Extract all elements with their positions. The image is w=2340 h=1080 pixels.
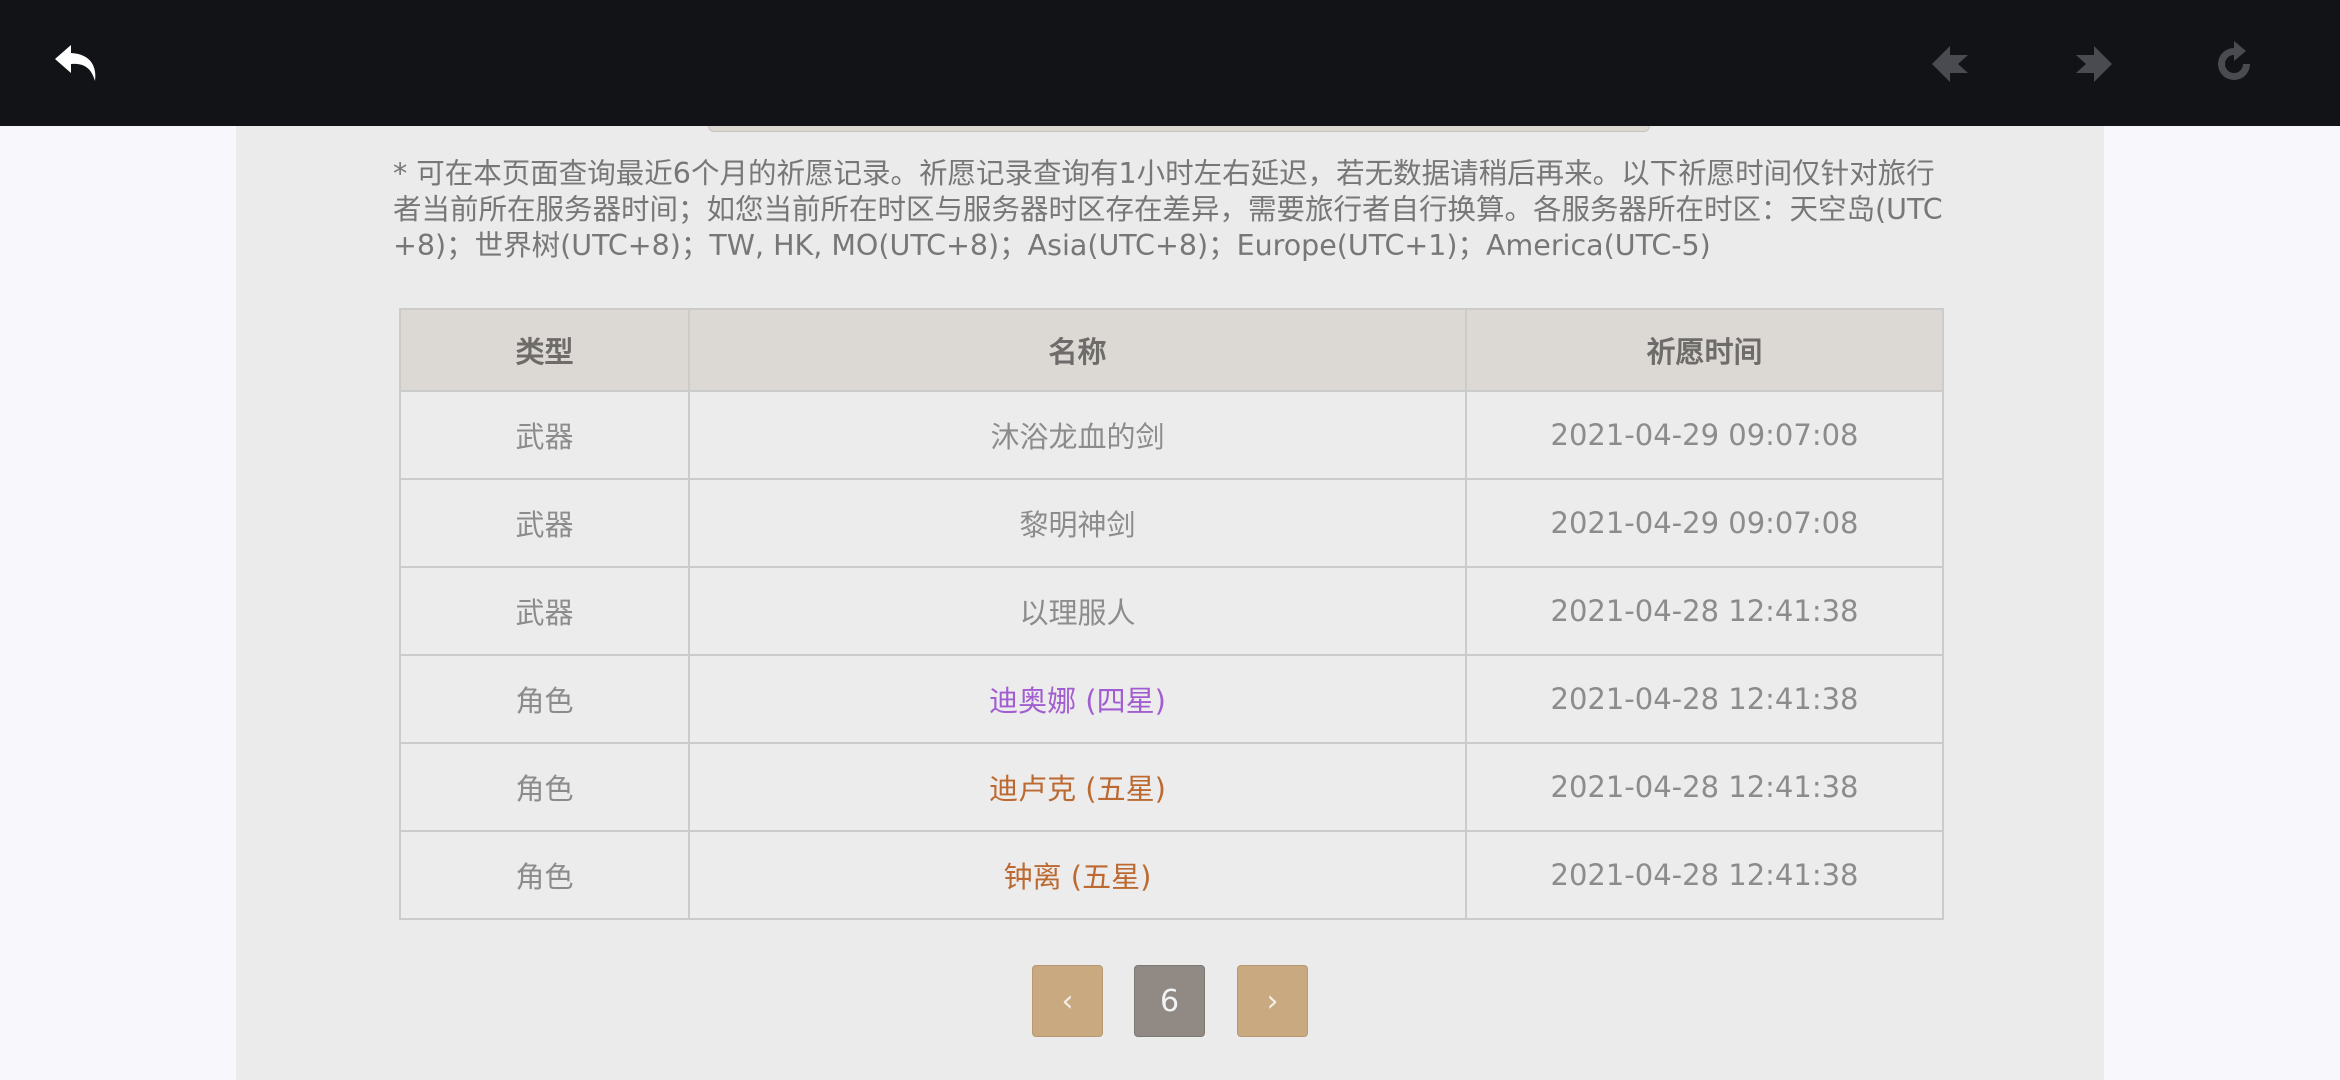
panel-tab-edge <box>708 126 1650 132</box>
top-toolbar <box>0 0 2340 126</box>
cell-type: 角色 <box>399 742 690 832</box>
cell-time: 2021-04-28 12:41:38 <box>1465 742 1944 832</box>
cell-name: 迪卢克 (五星) <box>688 742 1467 832</box>
cell-time: 2021-04-29 09:07:08 <box>1465 390 1944 480</box>
cell-name: 黎明神剑 <box>688 478 1467 568</box>
notice-text: * 可在本页面查询最近6个月的祈愿记录。祈愿记录查询有1小时左右延迟，若无数据请… <box>393 157 1943 262</box>
header-time: 祈愿时间 <box>1465 308 1944 392</box>
cell-name: 沐浴龙血的剑 <box>688 390 1467 480</box>
table-row: 武器 黎明神剑 2021-04-29 09:07:08 <box>399 478 1944 568</box>
cell-type: 武器 <box>399 478 690 568</box>
cell-name: 钟离 (五星) <box>688 830 1467 920</box>
cell-time: 2021-04-28 12:41:38 <box>1465 830 1944 920</box>
next-diamond-arrow-icon[interactable] <box>2062 34 2122 94</box>
prev-page-button[interactable]: ‹ <box>1032 965 1103 1037</box>
cell-time: 2021-04-29 09:07:08 <box>1465 478 1944 568</box>
next-page-button[interactable]: › <box>1237 965 1308 1037</box>
table-row: 武器 以理服人 2021-04-28 12:41:38 <box>399 566 1944 656</box>
cell-name: 以理服人 <box>688 566 1467 656</box>
wish-history-panel: * 可在本页面查询最近6个月的祈愿记录。祈愿记录查询有1小时左右延迟，若无数据请… <box>236 126 2104 1080</box>
reload-icon[interactable] <box>2204 34 2264 94</box>
cell-type: 角色 <box>399 654 690 744</box>
prev-diamond-arrow-icon[interactable] <box>1922 34 1982 94</box>
current-page-indicator: 6 <box>1134 965 1205 1037</box>
cell-name: 迪奥娜 (四星) <box>688 654 1467 744</box>
cell-time: 2021-04-28 12:41:38 <box>1465 654 1944 744</box>
table-row: 角色 迪卢克 (五星) 2021-04-28 12:41:38 <box>399 742 1944 832</box>
pagination: ‹ 6 › <box>1032 965 1308 1037</box>
table-header-row: 类型 名称 祈愿时间 <box>399 308 1944 392</box>
cell-type: 角色 <box>399 830 690 920</box>
cell-type: 武器 <box>399 390 690 480</box>
table-row: 角色 迪奥娜 (四星) 2021-04-28 12:41:38 <box>399 654 1944 744</box>
wish-history-table: 类型 名称 祈愿时间 武器 沐浴龙血的剑 2021-04-29 09:07:08… <box>399 308 1944 920</box>
back-arrow-icon[interactable] <box>48 34 108 94</box>
header-type: 类型 <box>399 308 690 392</box>
cell-time: 2021-04-28 12:41:38 <box>1465 566 1944 656</box>
table-row: 角色 钟离 (五星) 2021-04-28 12:41:38 <box>399 830 1944 920</box>
header-name: 名称 <box>688 308 1467 392</box>
table-row: 武器 沐浴龙血的剑 2021-04-29 09:07:08 <box>399 390 1944 480</box>
cell-type: 武器 <box>399 566 690 656</box>
